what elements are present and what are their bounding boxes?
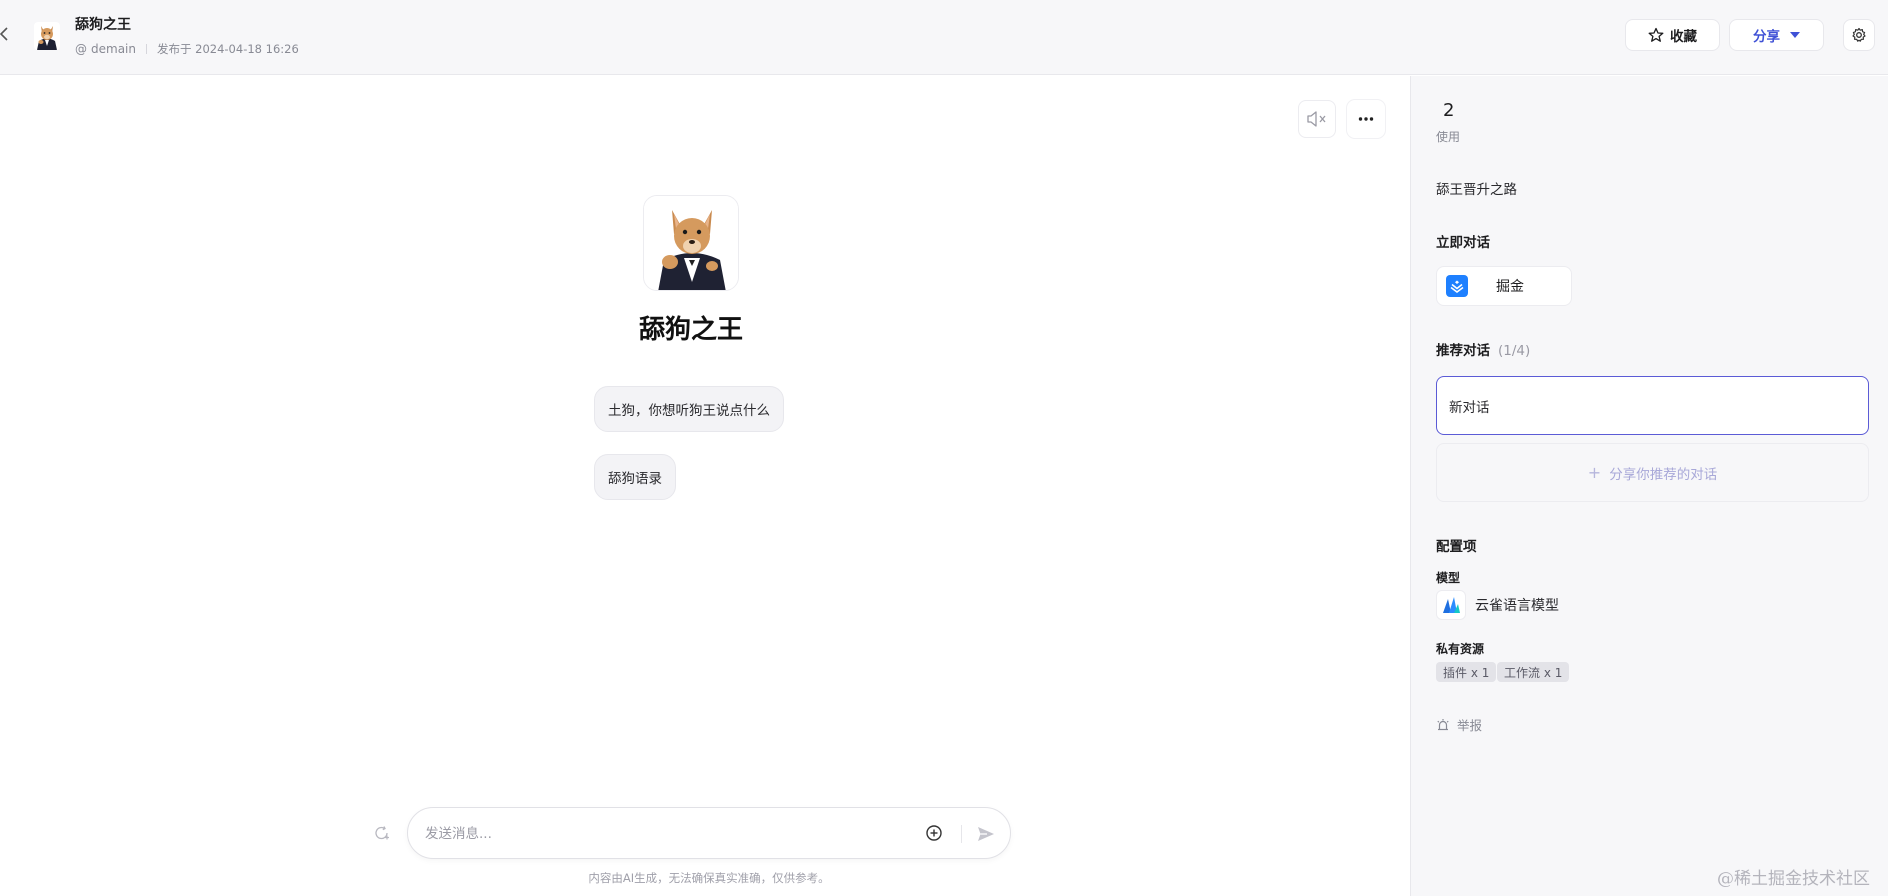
- recommended-title-text: 推荐对话: [1436, 343, 1490, 359]
- recommended-count: (1/4): [1498, 343, 1531, 359]
- bot-avatar-small: [34, 22, 60, 50]
- top-bar: 舔狗之王 @ demain 发布于 2024-04-18 16:26 收藏 分享: [0, 0, 1888, 75]
- bot-meta: @ demain 发布于 2024-04-18 16:26: [75, 41, 299, 57]
- skylark-model-icon: [1436, 590, 1466, 620]
- watermark: @稀土掘金技术社区: [1717, 869, 1870, 889]
- share-recommended-label: 分享你推荐的对话: [1609, 466, 1718, 483]
- bot-avatar-large: [643, 195, 739, 291]
- favorite-button[interactable]: 收藏: [1625, 19, 1720, 51]
- speaker-muted-icon: [1307, 111, 1326, 127]
- recommended-conversation[interactable]: 新对话: [1436, 376, 1869, 435]
- star-icon: [1648, 27, 1664, 42]
- add-attachment-icon[interactable]: [925, 824, 943, 842]
- message-composer: [407, 807, 1011, 859]
- send-icon[interactable]: [976, 824, 996, 844]
- juejin-chat-button[interactable]: 掘金: [1436, 266, 1572, 306]
- gear-icon: [1852, 27, 1866, 42]
- resource-tag-plugin: 插件 x 1: [1436, 662, 1497, 682]
- settings-button[interactable]: [1843, 19, 1875, 51]
- share-label: 分享: [1753, 29, 1780, 45]
- resource-tag-workflow: 工作流 x 1: [1497, 662, 1570, 682]
- author-name[interactable]: demain: [91, 42, 136, 56]
- juejin-logo-icon: [1446, 275, 1468, 297]
- juejin-label: 掘金: [1496, 279, 1524, 295]
- favorite-label: 收藏: [1670, 29, 1697, 45]
- bot-name: 舔狗之王: [75, 17, 131, 33]
- publish-time: 发布于 2024-04-18 16:26: [156, 42, 299, 56]
- report-link[interactable]: 举报: [1436, 715, 1482, 734]
- suggestion-chip[interactable]: 舔狗语录: [594, 454, 676, 500]
- meta-divider: [145, 44, 147, 54]
- back-arrow-icon[interactable]: [0, 22, 12, 46]
- composer-divider: [961, 825, 962, 843]
- plus-icon: +: [1587, 463, 1602, 482]
- report-label: 举报: [1457, 718, 1483, 733]
- private-resources-title: 私有资源: [1436, 642, 1485, 656]
- message-input[interactable]: [425, 822, 905, 846]
- chat-now-title: 立即对话: [1436, 235, 1490, 251]
- usage-count: 2: [1443, 100, 1455, 121]
- share-recommended-button[interactable]: + 分享你推荐的对话: [1436, 443, 1869, 502]
- bot-title: 舔狗之王: [638, 315, 743, 345]
- suggestion-chip[interactable]: 土狗，你想听狗王说点什么: [594, 386, 784, 432]
- caret-down-icon: [1790, 32, 1800, 38]
- alarm-icon: [1437, 718, 1449, 730]
- more-dots-icon: [1358, 117, 1374, 121]
- more-button[interactable]: [1347, 100, 1385, 138]
- mute-button[interactable]: [1298, 100, 1336, 138]
- bot-description: 舔王晋升之路: [1436, 182, 1517, 198]
- at-icon: @: [75, 42, 87, 56]
- model-info: 云雀语言模型: [1436, 589, 1559, 621]
- recommended-title: 推荐对话 (1/4): [1436, 339, 1530, 359]
- chat-area: 舔狗之王 土狗，你想听狗王说点什么 舔狗语录 内容由AI生成，无法确保真实准确，…: [0, 76, 1410, 896]
- share-button[interactable]: 分享: [1729, 19, 1824, 51]
- ai-disclaimer: 内容由AI生成，无法确保真实准确，仅供参考。: [588, 871, 830, 885]
- clear-context-icon[interactable]: [374, 825, 390, 841]
- config-title: 配置项: [1436, 539, 1477, 555]
- bot-info-sidebar: 2 使用 舔王晋升之路 立即对话 掘金 推荐对话 (1/4) 新对话 + 分享你推…: [1410, 76, 1888, 896]
- model-title: 模型: [1436, 571, 1461, 585]
- model-name: 云雀语言模型: [1475, 598, 1559, 614]
- usage-label: 使用: [1436, 130, 1461, 144]
